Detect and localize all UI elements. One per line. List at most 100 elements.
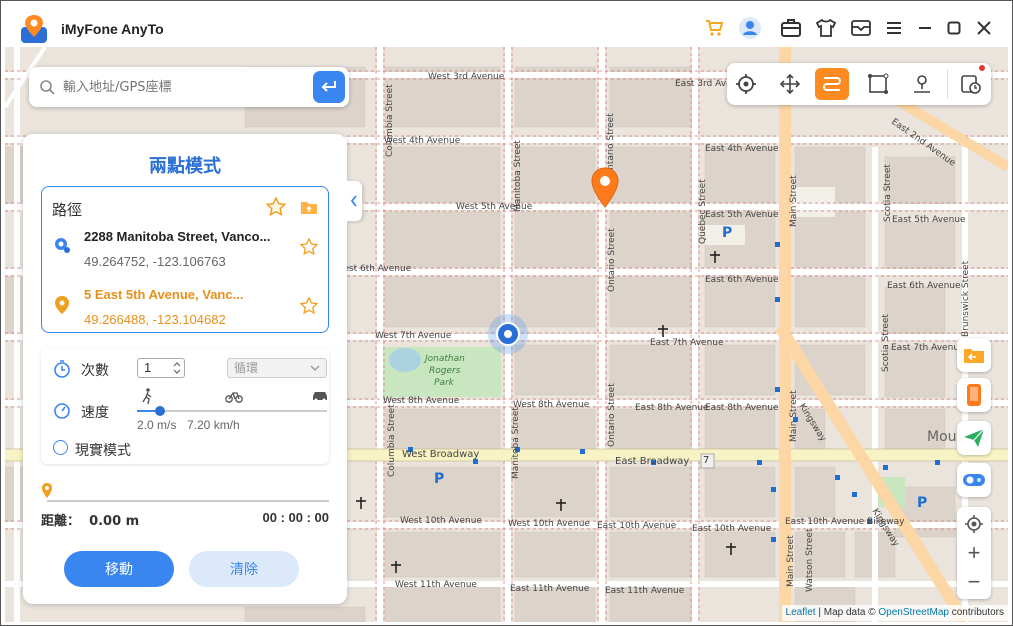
- multi-spot-icon: [868, 73, 889, 94]
- move-button[interactable]: 移動: [64, 551, 174, 587]
- send-location-button[interactable]: [957, 421, 991, 455]
- route-label: 路徑: [52, 201, 83, 219]
- two-spot-mode-button[interactable]: [815, 68, 849, 100]
- mode-toolbar: [727, 63, 991, 105]
- park-label-2: Rogers: [429, 366, 461, 376]
- mail-icon[interactable]: [850, 17, 872, 39]
- minimize-icon[interactable]: [914, 17, 936, 39]
- menu-icon[interactable]: [883, 17, 905, 39]
- osm-link[interactable]: OpenStreetMap: [878, 607, 949, 618]
- destination-pin-icon[interactable]: [590, 167, 620, 209]
- toggle-icon: [963, 474, 985, 486]
- street-ontario-3: Ontario Street: [607, 383, 617, 447]
- times-stepper[interactable]: 1: [137, 358, 185, 378]
- street-e7: East 7th Avenue: [650, 338, 724, 348]
- tshirt-icon[interactable]: [815, 17, 837, 39]
- user-avatar-icon[interactable]: [739, 17, 761, 39]
- times-label: 次數: [81, 363, 109, 379]
- speed-slider[interactable]: [137, 406, 327, 416]
- favorite-start-icon[interactable]: [300, 238, 318, 256]
- street-w11: West 11th Avenue: [395, 580, 477, 590]
- street-main-3: Main Street: [786, 535, 796, 587]
- stepper-arrows-icon[interactable]: [172, 361, 182, 375]
- street-e7b: East 7th Avenue: [891, 343, 965, 353]
- favorite-route-icon[interactable]: [266, 197, 286, 217]
- history-button[interactable]: [953, 68, 987, 100]
- street-scotia-2: Scotia Street: [881, 314, 891, 372]
- street-scotia: Scotia Street: [883, 164, 893, 222]
- walking-icon[interactable]: [141, 388, 155, 404]
- import-gpx-button[interactable]: [957, 338, 991, 372]
- toggle-button[interactable]: [957, 463, 991, 497]
- teleport-mode-button[interactable]: [729, 68, 763, 100]
- end-point-icon: [55, 296, 69, 314]
- joystick-mode-button[interactable]: [773, 68, 807, 100]
- toolbar-divider: [947, 69, 948, 99]
- street-ontario-2: Ontario Street: [607, 228, 617, 292]
- zoom-out-button[interactable]: −: [957, 567, 991, 597]
- app-title: iMyFone AnyTo: [61, 21, 164, 37]
- zoom-in-button[interactable]: +: [957, 538, 991, 568]
- street-wb: West Broadway: [402, 449, 480, 460]
- street-main-2: Main Street: [789, 390, 799, 442]
- street-e8b: East 8th Avenue: [705, 403, 779, 413]
- elapsed-time: 00 : 00 : 00: [262, 510, 330, 525]
- multi-device-mode-button[interactable]: [905, 68, 939, 100]
- street-eb: East Broadway: [615, 456, 690, 467]
- progress-pin-icon: [42, 483, 52, 498]
- collapse-panel-button[interactable]: [346, 181, 362, 221]
- car-icon[interactable]: [311, 390, 329, 402]
- move-arrows-icon: [779, 73, 801, 95]
- end-point-name[interactable]: 5 East 5th Avenue, Vanc...: [84, 287, 243, 302]
- app-logo-icon: [21, 15, 47, 43]
- street-brunswick: Brunswick Street: [961, 260, 971, 337]
- locate-icon: [965, 515, 983, 533]
- device-button[interactable]: [957, 378, 991, 412]
- app-window: iMyFone AnyTo West 3rd Avenue East 3rd A…: [0, 0, 1013, 626]
- panel-title: 兩點模式: [149, 156, 221, 177]
- favorite-end-icon[interactable]: [300, 297, 318, 315]
- crosshair-icon: [736, 74, 756, 94]
- maximize-icon[interactable]: [943, 17, 965, 39]
- clear-button[interactable]: 清除: [189, 551, 299, 587]
- start-point-name[interactable]: 2288 Manitoba Street, Vanco...: [84, 229, 270, 244]
- street-w8b: West 8th Avenue: [513, 400, 590, 410]
- search-go-button[interactable]: [313, 71, 345, 103]
- attribution-contrib: contributors: [948, 607, 1004, 618]
- two-spot-panel: 兩點模式 路徑 2288 Manitoba Street, Vanco... 4…: [23, 134, 347, 604]
- speed-kmh: 7.20 km/h: [187, 418, 240, 432]
- speed-label: 速度: [81, 405, 109, 421]
- toolbox-icon[interactable]: [780, 17, 802, 39]
- cart-icon[interactable]: [703, 17, 725, 39]
- times-value: 1: [144, 360, 152, 375]
- leaflet-link[interactable]: Leaflet: [786, 607, 816, 618]
- parking-icon-2: P: [434, 471, 445, 487]
- street-e6b: East 6th Avenue: [887, 281, 961, 291]
- multi-spot-mode-button[interactable]: [861, 68, 895, 100]
- loop-label: 循環: [234, 361, 259, 375]
- loop-select[interactable]: 循環: [227, 358, 327, 378]
- speed-slider-thumb[interactable]: [154, 406, 165, 416]
- distance-label: 距離： 0.00 m: [41, 510, 139, 529]
- street-w10b: West 10th Avenue: [508, 519, 590, 529]
- chevron-left-icon: [350, 195, 357, 207]
- street-watson: Watson Street: [805, 528, 815, 592]
- import-gpx-icon: [964, 349, 984, 363]
- titlebar: iMyFone AnyTo: [1, 1, 1012, 47]
- street-main: Main Street: [789, 175, 799, 227]
- street-w4: West 4th Avenue: [384, 136, 461, 146]
- search-input[interactable]: [63, 77, 313, 97]
- park-label-1: Jonathan: [425, 354, 465, 364]
- paper-plane-icon: [964, 428, 985, 447]
- close-icon[interactable]: [973, 17, 995, 39]
- realistic-mode-label: 現實模式: [75, 443, 131, 459]
- parking-icon: P: [722, 225, 733, 241]
- cycling-icon[interactable]: [225, 389, 243, 403]
- speed-ms: 2.0 m/s: [137, 418, 177, 432]
- import-folder-icon[interactable]: [300, 199, 318, 215]
- realistic-mode-radio[interactable]: [53, 440, 68, 455]
- map-attribution: Leaflet | Map data © OpenStreetMap contr…: [781, 605, 1008, 621]
- street-columbia-2: Columbia Street: [387, 404, 397, 477]
- two-spot-route-icon: [823, 77, 841, 91]
- locate-me-button[interactable]: [957, 509, 991, 539]
